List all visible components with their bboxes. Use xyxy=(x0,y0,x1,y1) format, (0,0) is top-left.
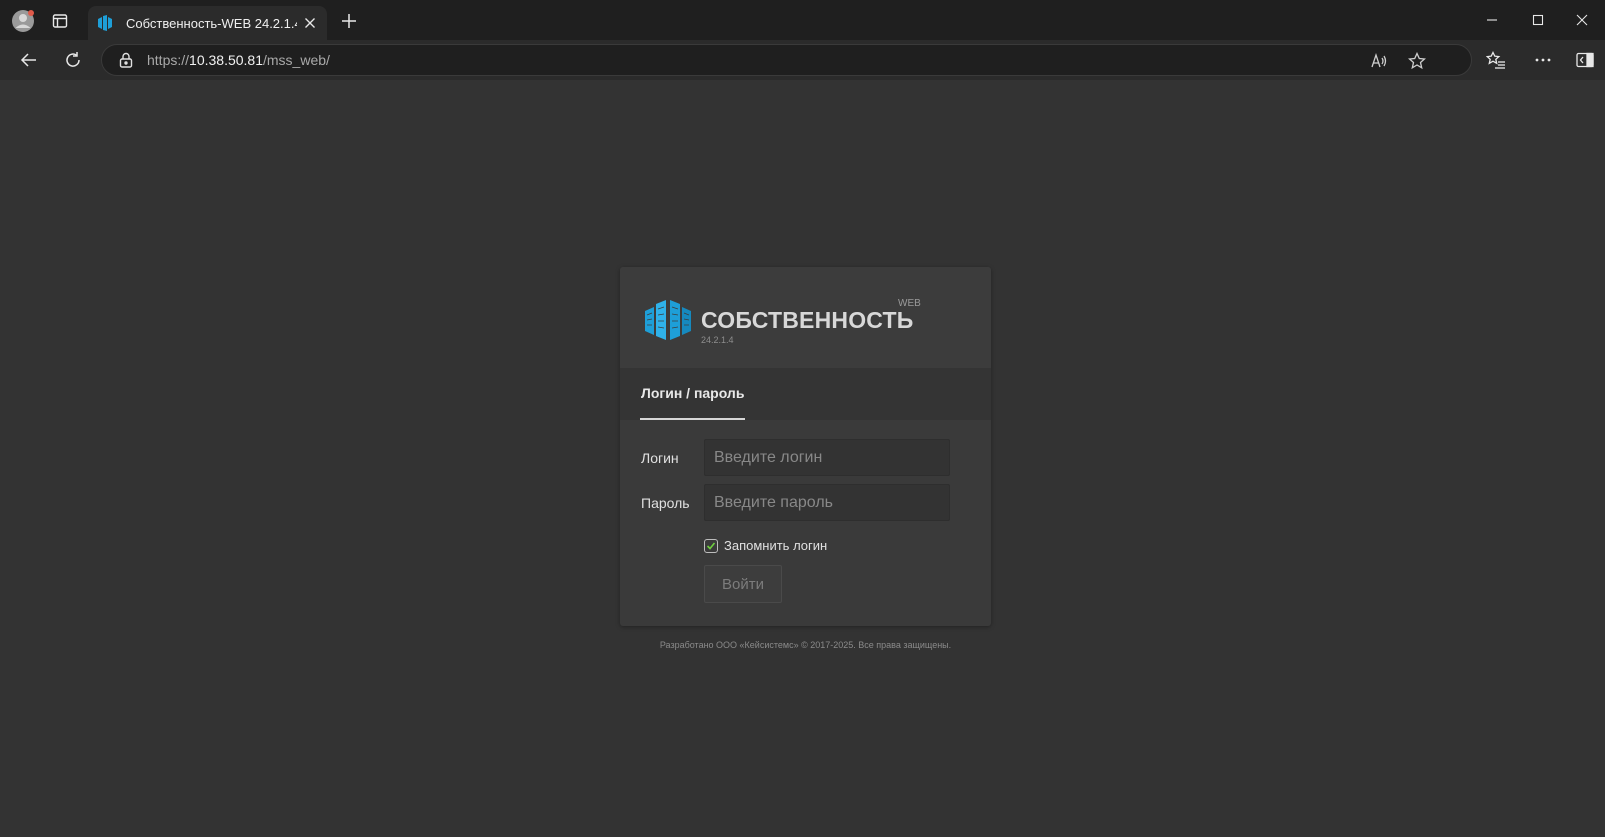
page-viewport: СОБСТВЕННОСТЬ WEB 24.2.1.4 Логин / парол… xyxy=(0,80,1605,837)
remember-login-option[interactable]: Запомнить логин xyxy=(704,538,827,553)
favorite-star-icon[interactable] xyxy=(1405,49,1429,73)
tab-actions-icon[interactable] xyxy=(47,8,73,34)
app-version: 24.2.1.4 xyxy=(701,335,734,345)
minimize-window-icon[interactable] xyxy=(1469,0,1515,40)
close-window-icon[interactable] xyxy=(1559,0,1605,40)
brand-badge: WEB xyxy=(898,298,921,309)
tab-login-password[interactable]: Логин / пароль xyxy=(640,368,746,420)
back-arrow-icon[interactable] xyxy=(13,44,45,76)
address-bar[interactable]: https://10.38.50.81/mss_web/ xyxy=(101,44,1472,76)
browser-toolbar: https://10.38.50.81/mss_web/ xyxy=(0,40,1605,80)
browser-tab-bar: Собственность-WEB 24.2.1.4 xyxy=(0,0,1605,40)
login-card: СОБСТВЕННОСТЬ WEB 24.2.1.4 Логин / парол… xyxy=(620,267,991,626)
tab-title: Собственность-WEB 24.2.1.4 xyxy=(126,15,297,31)
browser-tab-active[interactable]: Собственность-WEB 24.2.1.4 xyxy=(88,6,327,40)
login-card-header: СОБСТВЕННОСТЬ WEB 24.2.1.4 xyxy=(620,267,991,368)
url-text[interactable]: https://10.38.50.81/mss_web/ xyxy=(147,52,330,68)
checkmark-icon xyxy=(706,541,716,550)
login-input[interactable] xyxy=(704,439,950,476)
login-label: Логин xyxy=(641,450,679,466)
brand-name: СОБСТВЕННОСТЬ xyxy=(701,307,914,333)
remember-login-label[interactable]: Запомнить логин xyxy=(724,538,827,553)
sidebar-toggle-icon[interactable] xyxy=(1569,44,1601,76)
new-tab-plus-icon[interactable] xyxy=(336,8,362,34)
lock-icon[interactable] xyxy=(117,51,135,69)
url-scheme: https:// xyxy=(147,52,190,68)
more-menu-icon[interactable] xyxy=(1527,44,1559,76)
url-path: /mss_web/ xyxy=(263,52,330,68)
buildings-logo-icon xyxy=(645,300,691,340)
site-favicon-icon xyxy=(98,15,112,31)
read-aloud-icon[interactable] xyxy=(1367,49,1391,73)
tab-close-icon[interactable] xyxy=(297,10,323,36)
maximize-window-icon[interactable] xyxy=(1515,0,1561,40)
login-submit-button[interactable]: Войти xyxy=(704,565,782,603)
reload-icon[interactable] xyxy=(57,44,89,76)
url-host: 10.38.50.81 xyxy=(189,52,263,68)
remember-login-checkbox[interactable] xyxy=(704,538,718,553)
password-input[interactable] xyxy=(704,484,950,521)
profile-avatar-icon[interactable] xyxy=(10,8,36,34)
password-label: Пароль xyxy=(641,495,690,511)
auth-tabs: Логин / пароль xyxy=(620,368,991,420)
favorites-list-icon[interactable] xyxy=(1480,44,1512,76)
copyright-footer: Разработано ООО «Кейсистемс» © 2017-2025… xyxy=(659,640,952,650)
